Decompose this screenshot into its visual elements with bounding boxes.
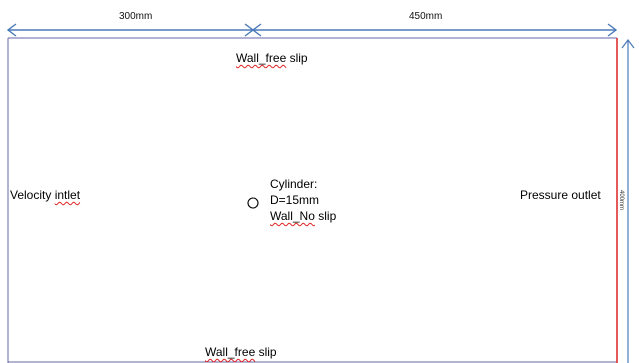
inlet-word: intlet <box>54 188 81 202</box>
cylinder-wall-name: Wall_No <box>270 209 315 223</box>
top-wall-name: Wall_free <box>236 51 287 65</box>
bottom-wall-name: Wall_free <box>205 345 256 359</box>
top-wall-label: Wall_free slip <box>236 51 308 65</box>
cylinder-circle <box>247 197 259 209</box>
height-label: 400mm <box>618 190 624 211</box>
cylinder-description: Cylinder: D=15mm Wall_No slip <box>270 176 336 224</box>
cylinder-wall: Wall_No slip <box>270 208 336 224</box>
outlet-label: Pressure outlet <box>520 188 601 202</box>
bottom-wall-label: Wall_free slip <box>205 345 277 359</box>
inlet-prefix: Velocity <box>10 188 55 202</box>
bottom-wall-rest: slip <box>258 345 277 359</box>
cylinder-title: Cylinder: <box>270 177 318 191</box>
cylinder-wall-rest: slip <box>318 209 337 223</box>
inlet-label: Velocity intlet <box>10 188 80 202</box>
cylinder-diameter: D=15mm <box>270 193 320 207</box>
left-length-label: 300mm <box>119 11 153 22</box>
top-wall-rest: slip <box>289 51 308 65</box>
right-length-label: 450mm <box>409 11 443 22</box>
